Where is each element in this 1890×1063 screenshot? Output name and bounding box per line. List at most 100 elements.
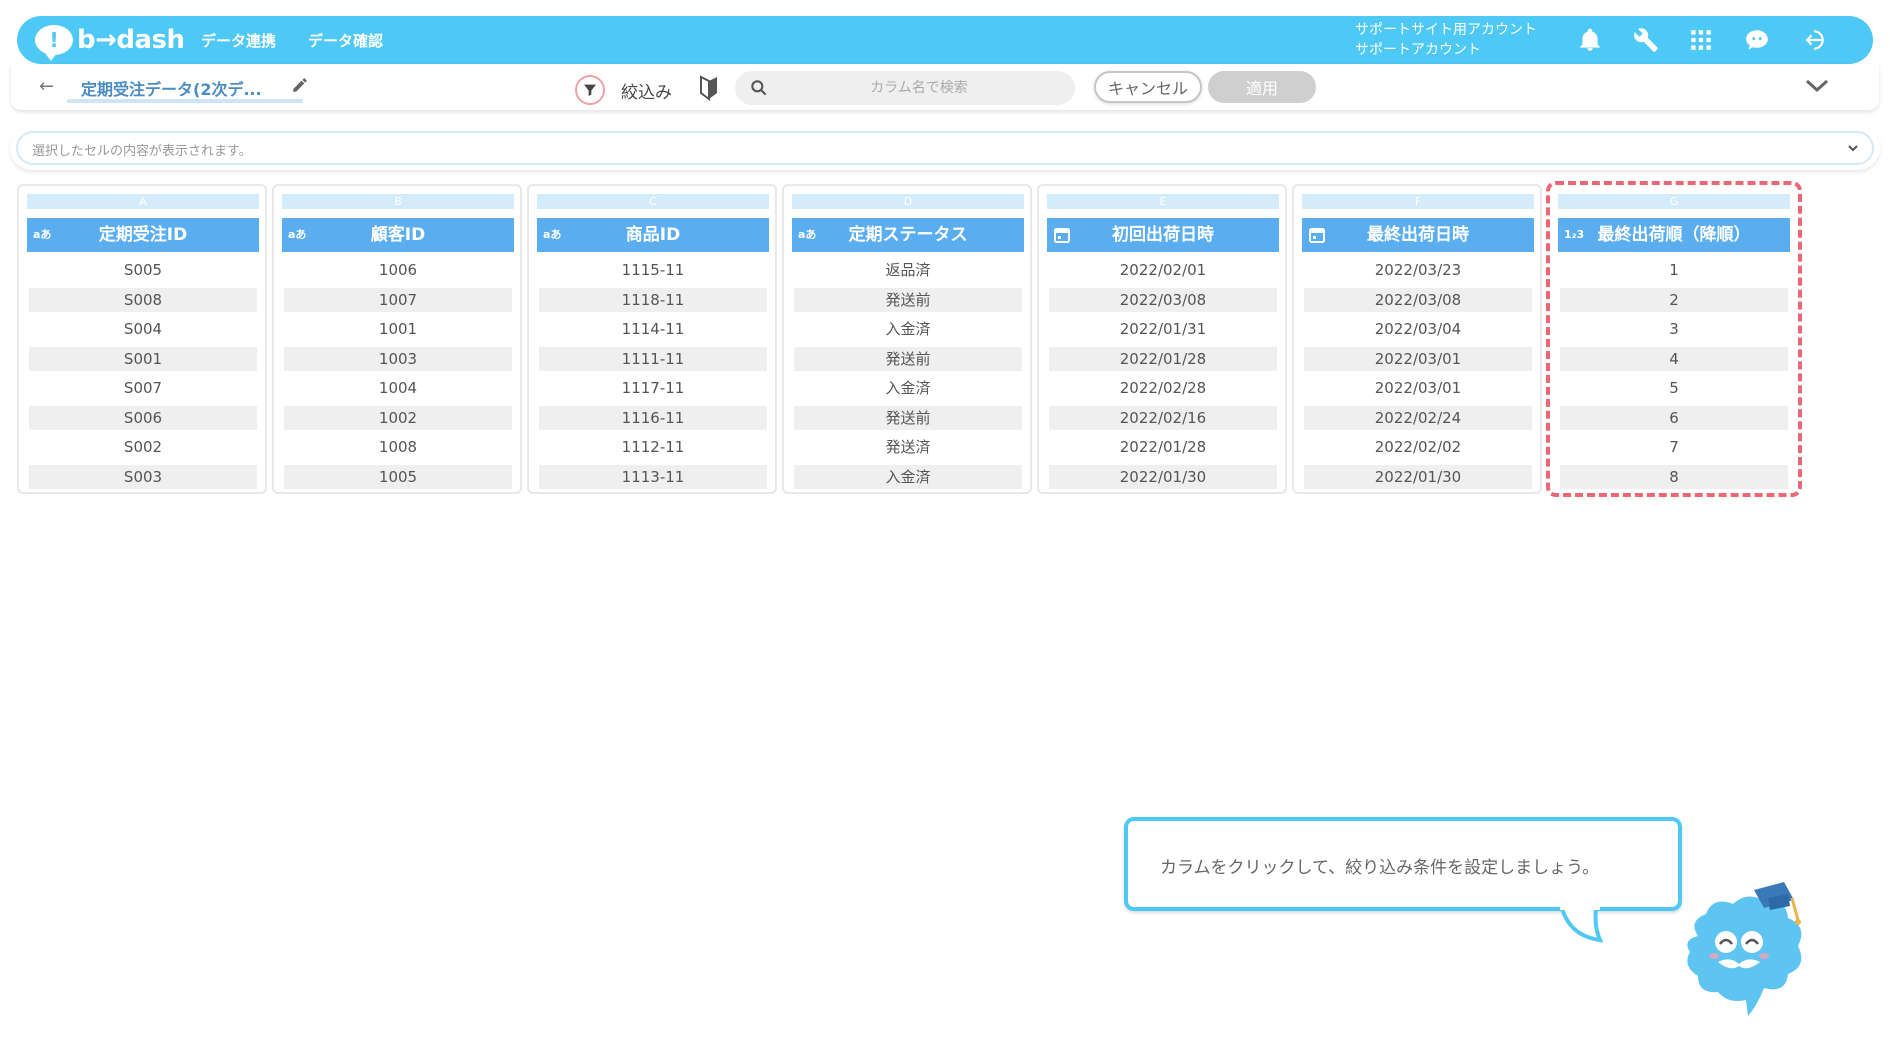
- table-cell[interactable]: 返品済: [794, 258, 1022, 282]
- calendar-icon: [1309, 228, 1325, 243]
- column-header[interactable]: aあ 定期ステータス: [792, 218, 1024, 252]
- text-type-icon: aあ: [543, 228, 562, 241]
- table-cell[interactable]: S002: [29, 435, 257, 459]
- nav-data-integration[interactable]: データ連携: [201, 30, 276, 51]
- wrench-icon[interactable]: [1630, 24, 1662, 56]
- table-cell[interactable]: 2022/02/28: [1049, 376, 1277, 400]
- table-cell[interactable]: 入金済: [794, 464, 1022, 489]
- logo[interactable]: ! b→dash: [35, 24, 185, 61]
- beginner-mark-icon[interactable]: [697, 75, 721, 101]
- table-cell[interactable]: 2022/03/01: [1304, 376, 1532, 400]
- table-cell[interactable]: 2022/03/08: [1049, 287, 1277, 312]
- column-name: 顧客ID: [370, 225, 426, 245]
- column-card-f[interactable]: F 最終出荷日時 2022/03/23 2022/03/08 2022/03/0…: [1292, 184, 1542, 494]
- table-cell[interactable]: 1111-11: [539, 346, 767, 371]
- column-header[interactable]: aあ 顧客ID: [282, 218, 514, 252]
- search-input[interactable]: [779, 71, 1059, 105]
- text-type-icon: aあ: [33, 228, 52, 241]
- account-info[interactable]: サポートサイト用アカウント サポートアカウント: [1355, 20, 1537, 60]
- table-cell[interactable]: S003: [29, 464, 257, 489]
- column-card-c[interactable]: C aあ 商品ID 1115-11 1118-11 1114-11 1111-1…: [527, 184, 777, 494]
- column-name: 最終出荷日時: [1367, 225, 1469, 245]
- pencil-icon[interactable]: [291, 76, 309, 94]
- table-cell[interactable]: 入金済: [794, 376, 1022, 400]
- table-cell[interactable]: 1002: [284, 405, 512, 430]
- table-cell[interactable]: 1001: [284, 317, 512, 341]
- table-cell[interactable]: 2022/01/30: [1049, 464, 1277, 489]
- text-type-icon: aあ: [288, 228, 307, 241]
- table-cell[interactable]: 1114-11: [539, 317, 767, 341]
- table-cell[interactable]: S007: [29, 376, 257, 400]
- table-cell[interactable]: S005: [29, 258, 257, 282]
- text-type-icon: aあ: [798, 228, 817, 241]
- logout-icon[interactable]: [1797, 24, 1829, 56]
- table-cell[interactable]: 1115-11: [539, 258, 767, 282]
- column-card-e[interactable]: E 初回出荷日時 2022/02/01 2022/03/08 2022/01/3…: [1037, 184, 1287, 494]
- table-cell[interactable]: 2022/03/04: [1304, 317, 1532, 341]
- table-cell[interactable]: 2022/02/16: [1049, 405, 1277, 430]
- column-card-b[interactable]: B aあ 顧客ID 1006 1007 1001 1003 1004 1002 …: [272, 184, 522, 494]
- table-cell[interactable]: 1112-11: [539, 435, 767, 459]
- top-nav-bar: ! b→dash データ連携 データ確認 サポートサイト用アカウント サポートア…: [17, 16, 1873, 64]
- chevron-down-icon[interactable]: [1803, 74, 1831, 98]
- column-name: 商品ID: [625, 225, 681, 245]
- table-cell[interactable]: 入金済: [794, 317, 1022, 341]
- column-header[interactable]: aあ 商品ID: [537, 218, 769, 252]
- column-name: 初回出荷日時: [1112, 225, 1214, 245]
- tooltip-tail: [1560, 906, 1604, 943]
- cell-content-placeholder: 選択したセルの内容が表示されます。: [32, 144, 252, 159]
- table-cell[interactable]: S004: [29, 317, 257, 341]
- table-cell[interactable]: 2022/03/01: [1304, 346, 1532, 371]
- table-cell[interactable]: 1004: [284, 376, 512, 400]
- table-cell[interactable]: 1008: [284, 435, 512, 459]
- table-cell[interactable]: 2022/01/28: [1049, 346, 1277, 371]
- table-cell[interactable]: 2022/02/02: [1304, 435, 1532, 459]
- expand-chevron-icon[interactable]: [1844, 139, 1862, 157]
- column-header[interactable]: 最終出荷日時: [1302, 218, 1534, 252]
- table-cell[interactable]: 発送前: [794, 346, 1022, 371]
- cell-content-bar[interactable]: 選択したセルの内容が表示されます。: [16, 131, 1874, 165]
- tooltip-text: カラムをクリックして、絞り込み条件を設定しましょう。: [1160, 858, 1600, 878]
- table-cell[interactable]: 2022/03/23: [1304, 258, 1532, 282]
- title-underline: [67, 99, 303, 103]
- column-name: 定期受注ID: [98, 225, 188, 245]
- account-user: サポートアカウント: [1355, 42, 1481, 58]
- document-title[interactable]: 定期受注データ(2次デ...: [81, 76, 262, 100]
- table-cell[interactable]: 1005: [284, 464, 512, 489]
- table-cell[interactable]: 1116-11: [539, 405, 767, 430]
- nav-data-check[interactable]: データ確認: [308, 30, 383, 51]
- column-letter: A: [27, 194, 259, 209]
- table-cell[interactable]: S006: [29, 405, 257, 430]
- table-cell[interactable]: 2022/02/01: [1049, 258, 1277, 282]
- table-cell[interactable]: 2022/01/31: [1049, 317, 1277, 341]
- grid-menu-icon[interactable]: [1685, 24, 1717, 56]
- table-cell[interactable]: 2022/02/24: [1304, 405, 1532, 430]
- table-cell[interactable]: 1113-11: [539, 464, 767, 489]
- column-card-a[interactable]: A aあ 定期受注ID S005 S008 S004 S001 S007 S00…: [17, 184, 267, 494]
- apply-button[interactable]: 適用: [1208, 71, 1316, 103]
- table-cell[interactable]: 1006: [284, 258, 512, 282]
- table-cell[interactable]: 1007: [284, 287, 512, 312]
- table-cell[interactable]: 1003: [284, 346, 512, 371]
- table-cell[interactable]: S008: [29, 287, 257, 312]
- table-cell[interactable]: S001: [29, 346, 257, 371]
- filter-button[interactable]: [575, 75, 605, 105]
- support-chat-icon[interactable]: [1741, 24, 1773, 56]
- column-values: S005 S008 S004 S001 S007 S006 S002 S003: [29, 258, 257, 494]
- table-cell[interactable]: 発送前: [794, 287, 1022, 312]
- table-cell[interactable]: 1118-11: [539, 287, 767, 312]
- column-header[interactable]: 初回出荷日時: [1047, 218, 1279, 252]
- table-cell[interactable]: 2022/03/08: [1304, 287, 1532, 312]
- column-letter: E: [1047, 194, 1279, 209]
- bell-icon[interactable]: [1574, 24, 1606, 56]
- back-arrow-icon[interactable]: ←: [39, 76, 54, 97]
- column-header[interactable]: aあ 定期受注ID: [27, 218, 259, 252]
- table-cell[interactable]: 発送前: [794, 405, 1022, 430]
- table-cell[interactable]: 発送済: [794, 435, 1022, 459]
- column-search[interactable]: [735, 71, 1075, 105]
- table-cell[interactable]: 2022/01/30: [1304, 464, 1532, 489]
- table-cell[interactable]: 2022/01/28: [1049, 435, 1277, 459]
- table-cell[interactable]: 1117-11: [539, 376, 767, 400]
- cancel-button[interactable]: キャンセル: [1094, 71, 1202, 103]
- column-card-d[interactable]: D aあ 定期ステータス 返品済 発送前 入金済 発送前 入金済 発送前 発送済…: [782, 184, 1032, 494]
